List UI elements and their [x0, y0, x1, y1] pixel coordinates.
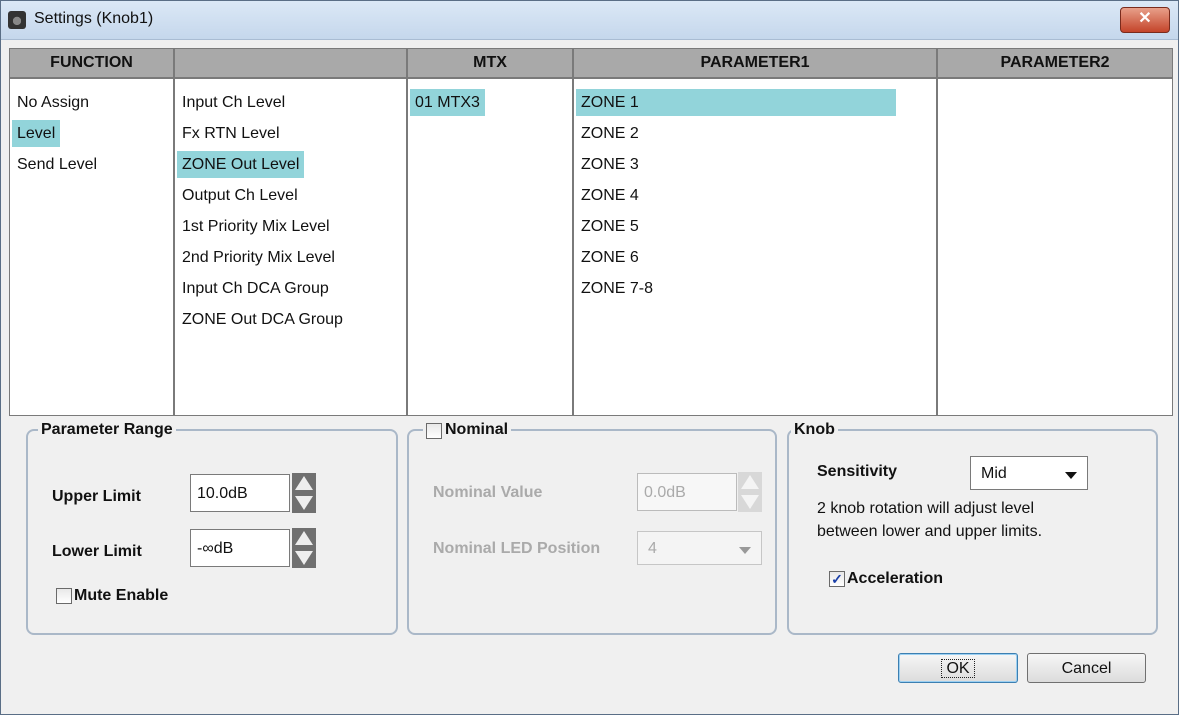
lower-limit-spinner[interactable] — [292, 528, 316, 568]
lower-limit-field[interactable]: -∞dB — [190, 529, 290, 567]
ok-button[interactable]: OK — [898, 653, 1018, 683]
upper-limit-spinner[interactable] — [292, 473, 316, 513]
nominal-value-label: Nominal Value — [433, 484, 543, 501]
mute-enable-label: Mute Enable — [74, 587, 169, 604]
parameter1-item[interactable]: ZONE 5 — [574, 211, 936, 242]
spin-up-icon — [741, 475, 759, 489]
function-item[interactable]: Send Level — [10, 149, 173, 180]
subfunction-item-label: Input Ch DCA Group — [182, 280, 329, 297]
parameter1-item-label: ZONE 5 — [581, 218, 639, 235]
close-button[interactable]: ✕ — [1120, 7, 1170, 33]
function-item[interactable]: No Assign — [10, 87, 173, 118]
subfunction-column: Input Ch Level Fx RTN Level ZONE Out Level… — [175, 49, 408, 415]
assignment-grid: FUNCTION No Assign Level Send Level Input … — [9, 48, 1173, 416]
parameter-range-title: Parameter Range — [38, 421, 176, 439]
app-icon — [8, 11, 26, 29]
subfunction-item-label: Output Ch Level — [182, 187, 298, 204]
title-bar: Settings (Knob1) ✕ — [1, 1, 1178, 40]
nominal-checkbox[interactable] — [426, 423, 442, 439]
knob-note-line2: between lower and upper limits. — [817, 523, 1043, 540]
parameter1-item-label: ZONE 1 — [576, 89, 896, 116]
subfunction-item-label: Fx RTN Level — [182, 125, 280, 142]
acceleration-checkbox[interactable]: ✓ — [829, 571, 845, 587]
nominal-led-label: Nominal LED Position — [433, 540, 601, 557]
subfunction-item[interactable]: 1st Priority Mix Level — [175, 211, 406, 242]
cancel-button[interactable]: Cancel — [1027, 653, 1146, 683]
subfunction-item-label: ZONE Out Level — [177, 151, 305, 178]
parameter-range-group: Parameter Range Upper Limit 10.0dB Lower… — [26, 421, 398, 635]
subfunction-item[interactable]: 2nd Priority Mix Level — [175, 242, 406, 273]
subfunction-item-label: ZONE Out DCA Group — [182, 311, 343, 328]
function-item-label: No Assign — [17, 94, 90, 111]
nominal-led-value: 4 — [648, 540, 657, 557]
spin-down-icon[interactable] — [295, 551, 313, 565]
nominal-led-select: 4 — [637, 531, 762, 565]
parameter1-header: PARAMETER1 — [574, 49, 936, 79]
function-item-label: Level — [12, 120, 61, 147]
subfunction-item-label: 1st Priority Mix Level — [182, 218, 330, 235]
ok-button-label: OK — [941, 659, 975, 678]
subfunction-item[interactable]: Input Ch DCA Group — [175, 273, 406, 304]
spin-down-icon — [741, 495, 759, 509]
mute-enable-checkbox[interactable] — [56, 588, 72, 604]
knob-title: Knob — [791, 421, 838, 439]
parameter1-item-label: ZONE 2 — [581, 125, 639, 142]
subfunction-item[interactable]: ZONE Out Level — [175, 149, 406, 180]
function-header: FUNCTION — [10, 49, 173, 79]
parameter1-item-label: ZONE 6 — [581, 249, 639, 266]
settings-dialog: Settings (Knob1) ✕ FUNCTION No Assign Lev… — [0, 0, 1179, 715]
upper-limit-field[interactable]: 10.0dB — [190, 474, 290, 512]
acceleration-label: Acceleration — [847, 570, 944, 587]
parameter1-item[interactable]: ZONE 2 — [574, 118, 936, 149]
upper-limit-label: Upper Limit — [52, 488, 141, 505]
knob-group: Knob Sensitivity Mid 2 knob rotation wil… — [787, 421, 1158, 635]
subfunction-item[interactable]: Output Ch Level — [175, 180, 406, 211]
parameter1-item[interactable]: ZONE 7-8 — [574, 273, 936, 304]
subfunction-item[interactable]: ZONE Out DCA Group — [175, 304, 406, 335]
mtx-column: MTX 01 MTX3 — [408, 49, 574, 415]
subfunction-item[interactable]: Input Ch Level — [175, 87, 406, 118]
parameter2-header: PARAMETER2 — [938, 49, 1172, 79]
parameter1-item[interactable]: ZONE 4 — [574, 180, 936, 211]
spin-down-icon[interactable] — [295, 496, 313, 510]
parameter1-item[interactable]: ZONE 3 — [574, 149, 936, 180]
parameter1-column: PARAMETER1 ZONE 1 ZONE 2 ZONE 3 ZONE 4 ZONE … — [574, 49, 938, 415]
subfunction-item-label: 2nd Priority Mix Level — [182, 249, 335, 266]
parameter1-item[interactable]: ZONE 1 — [574, 87, 936, 118]
subfunction-item[interactable]: Fx RTN Level — [175, 118, 406, 149]
parameter1-item-label: ZONE 4 — [581, 187, 639, 204]
knob-note-line1: 2 knob rotation will adjust level — [817, 500, 1035, 517]
mtx-item[interactable]: 01 MTX3 — [408, 87, 572, 118]
parameter1-item-label: ZONE 7-8 — [581, 280, 654, 297]
subfunction-header — [175, 49, 406, 79]
chevron-down-icon[interactable] — [1065, 472, 1077, 479]
mtx-item-label: 01 MTX3 — [410, 89, 485, 116]
sensitivity-select[interactable]: Mid — [970, 456, 1088, 490]
sensitivity-value: Mid — [981, 465, 1007, 482]
spin-up-icon[interactable] — [295, 476, 313, 490]
function-item[interactable]: Level — [10, 118, 173, 149]
chevron-down-icon — [739, 547, 751, 554]
sensitivity-label: Sensitivity — [817, 463, 898, 480]
function-item-label: Send Level — [17, 156, 98, 173]
subfunction-item-label: Input Ch Level — [182, 94, 286, 111]
spin-up-icon[interactable] — [295, 531, 313, 545]
parameter1-item-label: ZONE 3 — [581, 156, 639, 173]
nominal-group: Nominal Nominal Value 0.0dB Nominal LED … — [407, 421, 777, 635]
lower-limit-label: Lower Limit — [52, 543, 142, 560]
parameter2-column: PARAMETER2 — [938, 49, 1172, 415]
function-column: FUNCTION No Assign Level Send Level — [10, 49, 175, 415]
nominal-value-spinner — [738, 472, 762, 512]
nominal-value-field: 0.0dB — [637, 473, 737, 511]
window-title: Settings (Knob1) — [34, 10, 154, 27]
parameter1-item[interactable]: ZONE 6 — [574, 242, 936, 273]
mtx-header: MTX — [408, 49, 572, 79]
